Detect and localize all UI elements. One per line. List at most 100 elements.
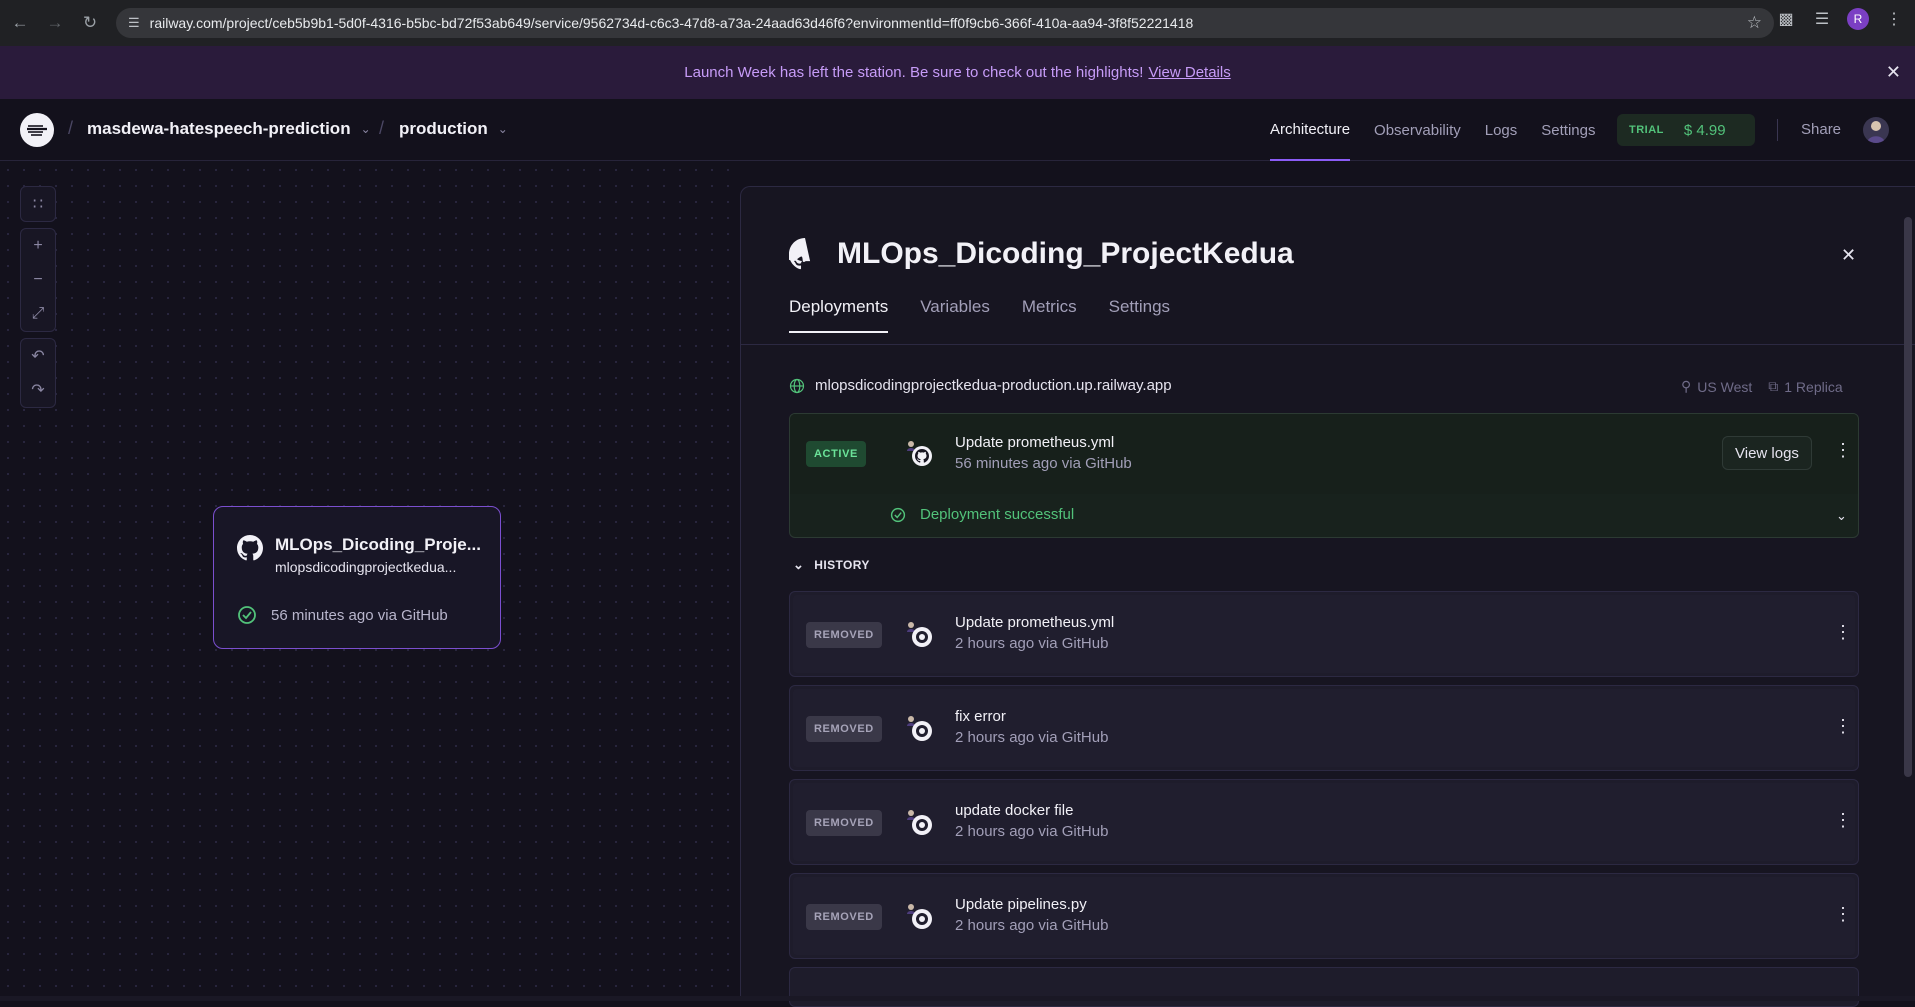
- address-bar[interactable]: ☰ railway.com/project/ceb5b9b1-5d0f-4316…: [116, 8, 1774, 38]
- tab-settings[interactable]: Settings: [1109, 297, 1170, 333]
- deployment-status: Deployment successful: [890, 506, 1074, 523]
- tab-metrics[interactable]: Metrics: [1022, 297, 1077, 333]
- profile-avatar[interactable]: R: [1847, 8, 1869, 30]
- github-icon: [904, 619, 936, 651]
- list-item-body: [793, 877, 1855, 955]
- trial-badge[interactable]: TRIAL $ 4.99: [1617, 114, 1755, 146]
- banner-text: Launch Week has left the station. Be sur…: [684, 64, 1144, 81]
- active-deployment[interactable]: ACTIVE Update prometheus.yml 56 minutes …: [789, 413, 1859, 538]
- tab-variables[interactable]: Variables: [920, 297, 990, 333]
- announcement-banner: Launch Week has left the station. Be sur…: [0, 46, 1915, 99]
- more-options-icon[interactable]: ⋮: [1834, 810, 1852, 831]
- replicas: ⧉ 1 Replica: [1768, 378, 1842, 395]
- list-item[interactable]: REMOVED fix error 2 hours ago via GitHub…: [789, 685, 1859, 771]
- environment-name: production: [399, 119, 488, 138]
- zoom-in-icon[interactable]: +: [21, 229, 55, 263]
- canvas-toolbar-history: ↶ ↷: [20, 338, 56, 408]
- more-options-icon[interactable]: ⋮: [1834, 440, 1852, 461]
- scrollbar[interactable]: [1904, 217, 1912, 777]
- canvas-toolbar-grid: ∷: [20, 186, 56, 222]
- bookmark-star-icon[interactable]: ☆: [1747, 13, 1762, 33]
- service-card[interactable]: MLOps_Dicoding_Proje... mlopsdicodingpro…: [213, 506, 501, 649]
- more-options-icon[interactable]: ⋮: [1834, 904, 1852, 925]
- grid-icon[interactable]: ∷: [21, 187, 55, 221]
- redo-icon[interactable]: ↷: [21, 373, 55, 407]
- list-item-body: [793, 689, 1855, 767]
- region-text: US West: [1697, 378, 1753, 395]
- share-button[interactable]: Share: [1801, 121, 1841, 138]
- replica-icon: ⧉: [1768, 378, 1779, 394]
- extensions-icon[interactable]: ▩: [1775, 8, 1797, 30]
- trial-credit: $ 4.99: [1683, 121, 1726, 139]
- close-icon[interactable]: ✕: [1886, 62, 1901, 83]
- commit-message: Update pipelines.py: [955, 896, 1087, 913]
- media-icon[interactable]: ☰: [1811, 8, 1833, 30]
- commit-time: 2 hours ago via GitHub: [955, 729, 1109, 746]
- service-card-status-text: 56 minutes ago via GitHub: [271, 606, 448, 624]
- status-badge: ACTIVE: [806, 441, 866, 467]
- undo-icon[interactable]: ↶: [21, 339, 55, 373]
- tab-deployments[interactable]: Deployments: [789, 297, 889, 333]
- zoom-out-icon[interactable]: −: [21, 263, 55, 297]
- deployment-meta: ⚲ US West ⧉ 1 Replica: [1681, 378, 1843, 395]
- list-item[interactable]: REMOVED Update prometheus.yml 2 hours ag…: [789, 591, 1859, 677]
- list-item[interactable]: REMOVED Update pipelines.py 2 hours ago …: [789, 873, 1859, 959]
- railway-logo-icon[interactable]: [20, 113, 54, 147]
- nav-logs[interactable]: Logs: [1485, 99, 1518, 161]
- github-icon: [789, 238, 811, 270]
- commit-info: Update prometheus.yml 56 minutes ago via…: [955, 434, 1132, 472]
- trial-label: TRIAL: [1629, 124, 1664, 136]
- environment-selector[interactable]: production ⌄: [399, 119, 508, 139]
- github-icon: [904, 713, 936, 745]
- os-taskbar: [0, 996, 1915, 1001]
- divider: [1777, 119, 1778, 141]
- banner-link[interactable]: View Details: [1148, 64, 1230, 81]
- status-badge: REMOVED: [806, 622, 882, 648]
- panel-title: MLOps_Dicoding_ProjectKedua: [789, 237, 1294, 271]
- site-settings-icon[interactable]: ☰: [128, 15, 140, 31]
- back-icon[interactable]: ←: [5, 8, 35, 38]
- list-item-body: [793, 595, 1855, 673]
- status-badge: REMOVED: [806, 904, 882, 930]
- reload-icon[interactable]: ↻: [75, 8, 105, 38]
- chevron-down-icon[interactable]: ⌄: [1836, 508, 1847, 524]
- user-avatar[interactable]: [1863, 117, 1889, 143]
- commit-message: update docker file: [955, 802, 1074, 819]
- replicas-text: 1 Replica: [1784, 378, 1843, 395]
- more-options-icon[interactable]: ⋮: [1834, 716, 1852, 737]
- history-toggle[interactable]: ⌄ HISTORY: [793, 557, 870, 573]
- deployment-status-text: Deployment successful: [920, 506, 1075, 523]
- view-logs-button[interactable]: View logs: [1722, 436, 1812, 470]
- nav-settings[interactable]: Settings: [1541, 99, 1595, 161]
- region: ⚲ US West: [1681, 378, 1752, 395]
- commit-info: Update prometheus.yml 2 hours ago via Gi…: [955, 614, 1114, 652]
- commit-info: fix error 2 hours ago via GitHub: [955, 708, 1108, 746]
- commit-info: update docker file 2 hours ago via GitHu…: [955, 802, 1108, 840]
- project-selector[interactable]: masdewa-hatespeech-prediction ⌄: [87, 119, 371, 139]
- url-text[interactable]: railway.com/project/ceb5b9b1-5d0f-4316-b…: [150, 15, 1194, 31]
- github-icon: [904, 901, 936, 933]
- nav-architecture[interactable]: Architecture: [1270, 99, 1351, 161]
- nav-observability[interactable]: Observability: [1374, 99, 1461, 161]
- canvas-toolbar-zoom: + − ⤢: [20, 228, 56, 332]
- browser-menu-icon[interactable]: ⋮: [1883, 8, 1905, 30]
- more-options-icon[interactable]: ⋮: [1834, 622, 1852, 643]
- panel-tabs: Deployments Variables Metrics Settings: [789, 297, 1170, 333]
- divider: [741, 344, 1915, 345]
- chevron-down-icon: ⌄: [793, 557, 805, 572]
- close-panel-icon[interactable]: ✕: [1841, 245, 1856, 266]
- check-circle-icon: [890, 507, 906, 522]
- github-icon: [237, 535, 263, 561]
- service-domain-text[interactable]: mlopsdicodingprojectkedua-production.up.…: [815, 377, 1172, 394]
- list-item[interactable]: [789, 967, 1859, 1007]
- architecture-canvas[interactable]: ∷ + − ⤢ ↶ ↷ MLOps_Dicoding_Proje... mlop…: [0, 162, 740, 1001]
- chevron-down-icon: ⌄: [497, 122, 508, 136]
- forward-icon[interactable]: →: [40, 8, 70, 38]
- fit-view-icon[interactable]: ⤢: [21, 297, 55, 331]
- check-circle-icon: [238, 606, 256, 624]
- service-domain[interactable]: mlopsdicodingprojectkedua-production.up.…: [789, 377, 1172, 394]
- commit-time: 2 hours ago via GitHub: [955, 823, 1109, 840]
- list-item[interactable]: REMOVED update docker file 2 hours ago v…: [789, 779, 1859, 865]
- active-deployment-header: [790, 414, 1858, 494]
- history-label: HISTORY: [814, 558, 870, 572]
